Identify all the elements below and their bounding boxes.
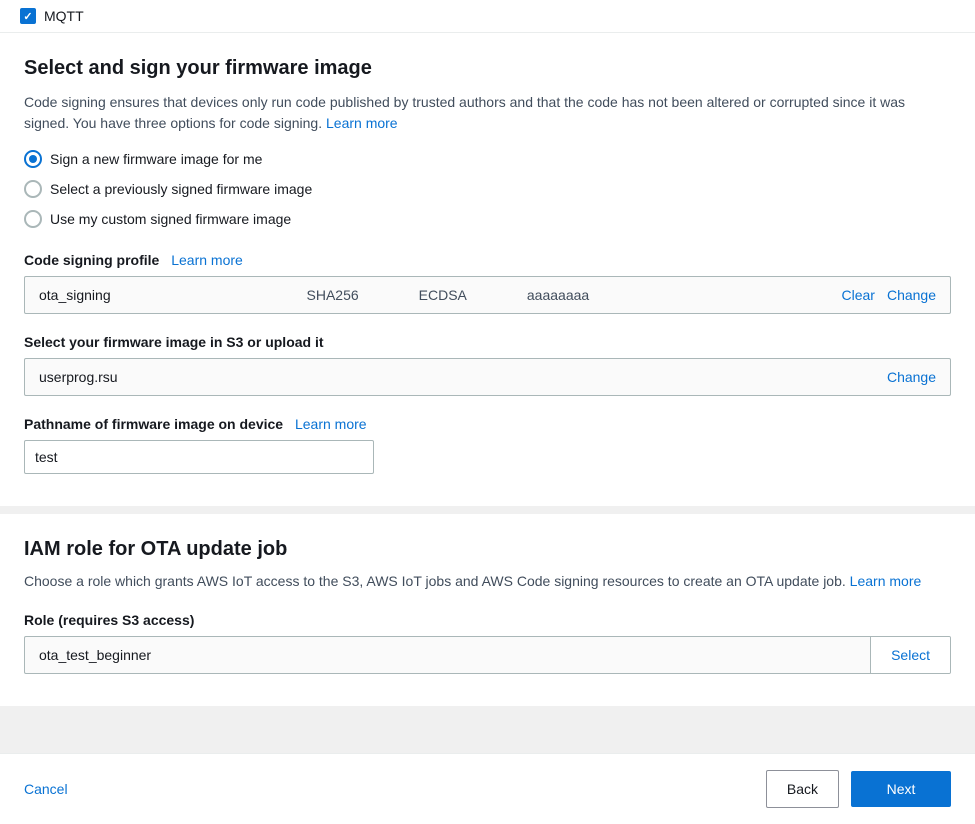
cancel-button[interactable]: Cancel [24,781,68,797]
iam-section: IAM role for OTA update job Choose a rol… [0,514,975,706]
role-row: ota_test_beginner Select [24,636,951,674]
radio-sign-custom-indicator [24,210,42,228]
radio-sign-new-indicator [24,150,42,168]
mqtt-checkbox[interactable] [20,8,36,24]
iam-section-desc: Choose a role which grants AWS IoT acces… [24,571,951,592]
pathname-input[interactable] [24,440,374,474]
radio-sign-prev-indicator [24,180,42,198]
radio-sign-custom[interactable]: Use my custom signed firmware image [24,210,951,228]
clear-button[interactable]: Clear [841,287,874,303]
footer-actions: Back Next [766,770,951,808]
profile-meta: SHA256 ECDSA aaaaaaaa [307,287,842,303]
code-signing-profile-row: ota_signing SHA256 ECDSA aaaaaaaa Clear … [24,276,951,314]
mqtt-label: MQTT [44,8,84,24]
radio-sign-new[interactable]: Sign a new firmware image for me [24,150,951,168]
footer: Cancel Back Next [0,753,975,824]
firmware-radio-group: Sign a new firmware image for me Select … [24,150,951,228]
profile-change-button[interactable]: Change [887,287,936,303]
firmware-section-desc: Code signing ensures that devices only r… [24,92,951,134]
select-role-button[interactable]: Select [870,637,950,673]
back-button[interactable]: Back [766,770,839,808]
pathname-learn-more-link[interactable]: Learn more [295,416,367,432]
firmware-learn-more-link[interactable]: Learn more [326,115,398,131]
role-label: Role (requires S3 access) [24,612,951,628]
firmware-section-title: Select and sign your firmware image [24,57,951,80]
code-signing-label: Code signing profile Learn more [24,252,951,268]
code-signing-learn-more-link[interactable]: Learn more [171,252,243,268]
pathname-label: Pathname of firmware image on device Lea… [24,416,951,432]
pathname-section: Pathname of firmware image on device Lea… [24,416,951,474]
firmware-file-name: userprog.rsu [39,369,887,385]
sign-algo: ECDSA [419,287,467,303]
firmware-actions: Change [887,369,936,385]
radio-sign-custom-label: Use my custom signed firmware image [50,211,291,227]
firmware-image-row: userprog.rsu Change [24,358,951,396]
firmware-image-label: Select your firmware image in S3 or uplo… [24,334,951,350]
top-bar: MQTT [0,0,975,33]
next-button[interactable]: Next [851,771,951,807]
radio-sign-prev-label: Select a previously signed firmware imag… [50,181,312,197]
hash-algo: SHA256 [307,287,359,303]
radio-sign-prev[interactable]: Select a previously signed firmware imag… [24,180,951,198]
profile-name: ota_signing [39,287,307,303]
firmware-change-button[interactable]: Change [887,369,936,385]
role-name: ota_test_beginner [25,637,870,673]
iam-learn-more-link[interactable]: Learn more [850,573,922,589]
firmware-section: Select and sign your firmware image Code… [0,33,975,506]
radio-sign-new-label: Sign a new firmware image for me [50,151,262,167]
profile-id: aaaaaaaa [527,287,589,303]
profile-actions: Clear Change [841,287,936,303]
iam-section-title: IAM role for OTA update job [24,538,951,561]
